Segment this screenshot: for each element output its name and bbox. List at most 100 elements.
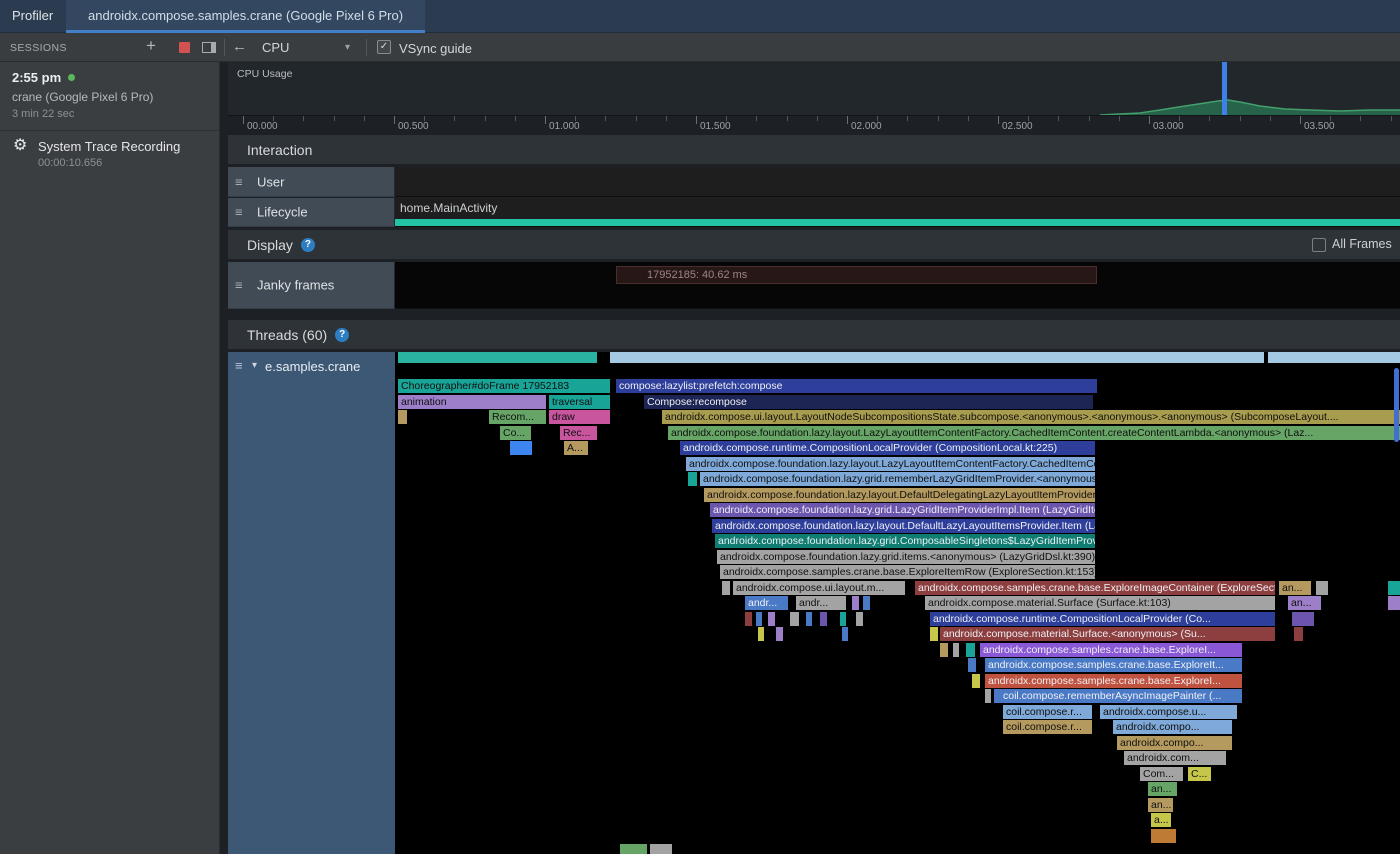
- trace-event[interactable]: androidx.compo...: [1113, 720, 1232, 734]
- trace-event[interactable]: [758, 627, 764, 641]
- drag-handle-icon[interactable]: ≡: [235, 174, 243, 189]
- drag-handle-icon[interactable]: ≡: [235, 278, 243, 293]
- help-icon[interactable]: ?: [335, 328, 349, 342]
- trace-event[interactable]: Choreographer#doFrame 17952183: [398, 379, 610, 393]
- all-frames-checkbox[interactable]: [1312, 238, 1326, 252]
- trace-event[interactable]: androidx.compose.material.Surface (Surfa…: [925, 596, 1275, 610]
- trace-event[interactable]: androidx.compose.foundation.lazy.grid.re…: [700, 472, 1095, 486]
- trace-event[interactable]: androidx.compose.ui.layout.m...: [733, 581, 905, 595]
- collapse-panel-icon[interactable]: [202, 42, 216, 53]
- trace-event[interactable]: traversal: [549, 395, 610, 409]
- user-track[interactable]: [395, 167, 1400, 197]
- trace-event[interactable]: [688, 472, 697, 486]
- trace-event[interactable]: [768, 612, 775, 626]
- janky-frames-label-cell[interactable]: ≡ Janky frames: [228, 262, 395, 309]
- trace-event[interactable]: androidx.compose.samples.crane.base.Expl…: [980, 643, 1242, 657]
- trace-event[interactable]: androidx.compose.samples.crane.base.Expl…: [985, 674, 1242, 688]
- trace-event[interactable]: [940, 643, 948, 657]
- trace-event[interactable]: compose:lazylist:prefetch:compose: [616, 379, 1097, 393]
- trace-event[interactable]: [756, 612, 762, 626]
- trace-event[interactable]: an...: [1288, 596, 1321, 610]
- profiler-type-dropdown[interactable]: CPU ▾: [256, 37, 356, 58]
- trace-event[interactable]: androidx.compose.ui.layout.LayoutNodeSub…: [662, 410, 1400, 424]
- trace-event[interactable]: androidx.compose.foundation.lazy.layout.…: [668, 426, 1400, 440]
- trace-event[interactable]: androidx.compose.foundation.lazy.grid.Co…: [715, 534, 1095, 548]
- trace-event[interactable]: androidx.compose.foundation.lazy.layout.…: [686, 457, 1095, 471]
- trace-event[interactable]: an...: [1148, 798, 1173, 812]
- trace-event[interactable]: coil.compose.rememberAsyncImagePainter (…: [1000, 689, 1242, 703]
- trace-event[interactable]: Recom...: [489, 410, 546, 424]
- trace-event[interactable]: [852, 596, 859, 610]
- stop-recording-icon[interactable]: [179, 42, 190, 53]
- back-arrow-icon[interactable]: ←: [232, 38, 247, 55]
- cpu-usage-track[interactable]: CPU Usage: [228, 62, 1400, 115]
- trace-event[interactable]: Com...: [1140, 767, 1183, 781]
- trace-event[interactable]: [1268, 352, 1400, 363]
- trace-event[interactable]: draw: [549, 410, 610, 424]
- trace-event[interactable]: androidx.compo...: [1117, 736, 1232, 750]
- lifecycle-track[interactable]: home.MainActivity: [395, 198, 1400, 227]
- vertical-scrollbar-thumb[interactable]: [1394, 368, 1399, 442]
- trace-event[interactable]: [510, 441, 532, 455]
- trace-event[interactable]: a...: [1151, 813, 1171, 827]
- trace-event[interactable]: andr...: [745, 596, 788, 610]
- trace-event[interactable]: [1388, 581, 1400, 595]
- trace-event[interactable]: [863, 596, 870, 610]
- trace-event[interactable]: A...: [564, 441, 588, 455]
- trace-event[interactable]: [790, 612, 799, 626]
- vsync-checkbox[interactable]: ✓: [377, 40, 391, 54]
- trace-event[interactable]: [398, 352, 597, 363]
- trace-event[interactable]: androidx.compose.samples.crane.base.Expl…: [915, 581, 1275, 595]
- trace-event[interactable]: [745, 612, 752, 626]
- trace-event[interactable]: [398, 410, 407, 424]
- trace-event[interactable]: [972, 674, 980, 688]
- trace-event[interactable]: [776, 627, 783, 641]
- trace-event[interactable]: [820, 612, 827, 626]
- trace-event[interactable]: androidx.com...: [1124, 751, 1226, 765]
- chevron-down-icon[interactable]: ▾: [252, 360, 257, 371]
- trace-event[interactable]: androidx.compose.runtime.CompositionLoca…: [680, 441, 1095, 455]
- trace-event[interactable]: animation: [398, 395, 546, 409]
- trace-event[interactable]: [722, 581, 730, 595]
- trace-event[interactable]: an...: [1279, 581, 1311, 595]
- trace-event[interactable]: [840, 612, 846, 626]
- trace-event[interactable]: [650, 844, 672, 854]
- trace-event[interactable]: androidx.compose.u...: [1100, 705, 1237, 719]
- trace-event[interactable]: andr...: [796, 596, 846, 610]
- session-tab[interactable]: androidx.compose.samples.crane (Google P…: [66, 0, 425, 33]
- drag-handle-icon[interactable]: ≡: [235, 205, 243, 220]
- timeline-ruler[interactable]: 00.00000.50001.00001.50002.00002.50003.0…: [228, 115, 1400, 133]
- thread-row-e-samples-crane[interactable]: ≡ ▾ e.samples.crane: [228, 352, 395, 854]
- trace-event[interactable]: androidx.compose.foundation.lazy.layout.…: [704, 488, 1095, 502]
- trace-event[interactable]: [1294, 627, 1303, 641]
- trace-event[interactable]: an...: [1148, 782, 1177, 796]
- trace-event[interactable]: androidx.compose.foundation.lazy.grid.La…: [710, 503, 1095, 517]
- trace-event[interactable]: androidx.compose.foundation.lazy.grid.it…: [717, 550, 1095, 564]
- lifecycle-track-label-cell[interactable]: ≡ Lifecycle: [228, 198, 395, 227]
- trace-event[interactable]: [842, 627, 848, 641]
- trace-event[interactable]: Compose:recompose: [644, 395, 1093, 409]
- drag-handle-icon[interactable]: ≡: [235, 358, 243, 373]
- lifecycle-activity-bar[interactable]: [395, 219, 1400, 226]
- help-icon[interactable]: ?: [301, 238, 315, 252]
- add-session-icon[interactable]: +: [146, 36, 156, 56]
- recording-item[interactable]: System Trace Recording: [38, 139, 180, 154]
- trace-event[interactable]: androidx.compose.material.Surface.<anony…: [940, 627, 1275, 641]
- trace-event[interactable]: coil.compose.r...: [1003, 705, 1092, 719]
- trace-event[interactable]: [856, 612, 863, 626]
- trace-event[interactable]: [968, 658, 976, 672]
- trace-event[interactable]: C...: [1188, 767, 1211, 781]
- user-track-label-cell[interactable]: ≡ User: [228, 167, 395, 197]
- trace-event[interactable]: coil.compose.r...: [1003, 720, 1092, 734]
- trace-event[interactable]: [953, 643, 959, 657]
- trace-event[interactable]: androidx.compose.samples.crane.base.Expl…: [720, 565, 1095, 579]
- trace-event[interactable]: [1292, 612, 1314, 626]
- trace-event[interactable]: androidx.compose.foundation.lazy.layout.…: [712, 519, 1095, 533]
- trace-event[interactable]: [1316, 581, 1328, 595]
- trace-event[interactable]: androidx.compose.runtime.CompositionLoca…: [930, 612, 1275, 626]
- trace-event[interactable]: [620, 844, 647, 854]
- trace-event[interactable]: [610, 352, 1264, 363]
- trace-event[interactable]: [1388, 596, 1400, 610]
- trace-event[interactable]: [1151, 829, 1176, 843]
- janky-frames-track[interactable]: 17952185: 40.62 ms: [395, 262, 1400, 309]
